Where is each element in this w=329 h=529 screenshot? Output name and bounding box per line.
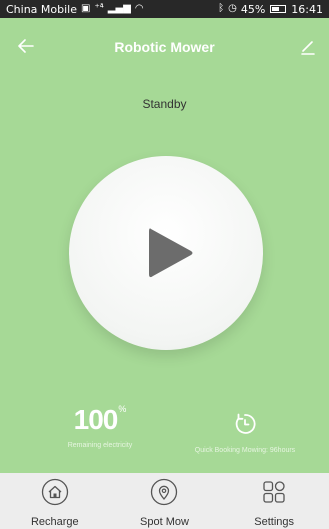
- play-icon: [149, 228, 193, 278]
- booking-label: Quick Booking Mowing: 96hours: [194, 447, 296, 454]
- status-bar-left: China Mobile ▣ ⁺⁴̇ ▂▄▆ ◠: [6, 3, 144, 16]
- alarm-icon: ◷: [228, 3, 237, 14]
- wifi-icon: ◠: [134, 3, 144, 14]
- grid-icon: [260, 478, 288, 506]
- battery-icon: [270, 5, 287, 13]
- nav-label-spot-mow: Spot Mow: [140, 516, 189, 528]
- bluetooth-icon: ᛒ: [218, 3, 225, 14]
- start-mowing-button[interactable]: [69, 156, 263, 350]
- network-signal-text: ⁺⁴̇: [94, 3, 104, 14]
- battery-percent: 45%: [240, 2, 266, 16]
- nav-label-recharge: Recharge: [30, 516, 79, 528]
- app-screen: China Mobile ▣ ⁺⁴̇ ▂▄▆ ◠ ᛒ ◷ 45% 16:41 R…: [0, 0, 329, 529]
- timer-icon: [235, 413, 256, 434]
- back-arrow-icon: [18, 39, 34, 53]
- sim-icon: ▣: [81, 3, 91, 14]
- home-icon: [41, 478, 69, 506]
- edit-pencil-icon: [301, 41, 315, 55]
- nav-item-recharge[interactable]: Recharge: [10, 473, 100, 528]
- booking-stat[interactable]: Quick Booking Mowing: 96hours: [175, 412, 315, 454]
- location-pin-icon: [150, 478, 178, 506]
- nav-item-spot-mow[interactable]: Spot Mow: [119, 473, 209, 528]
- page-title: Robotic Mower: [114, 39, 215, 55]
- signal-bars-icon: ▂▄▆: [107, 3, 131, 14]
- battery-stat: 100% Remaining electricity: [40, 404, 160, 449]
- battery-label: Remaining electricity: [67, 442, 133, 449]
- status-bar: China Mobile ▣ ⁺⁴̇ ▂▄▆ ◠ ᛒ ◷ 45% 16:41: [0, 0, 329, 18]
- back-button[interactable]: [14, 34, 38, 58]
- battery-value: 100: [73, 404, 119, 435]
- carrier-label: China Mobile: [6, 2, 78, 16]
- battery-unit: %: [118, 404, 127, 414]
- bottom-nav: Recharge Spot Mow Settings: [0, 473, 329, 529]
- mower-status: Standby: [142, 97, 187, 111]
- app-header: Robotic Mower: [0, 30, 329, 64]
- edit-button[interactable]: [297, 36, 319, 58]
- nav-label-settings: Settings: [254, 516, 295, 528]
- status-bar-right: ᛒ ◷ 45% 16:41: [218, 3, 323, 16]
- clock: 16:41: [291, 2, 323, 16]
- nav-item-settings[interactable]: Settings: [229, 473, 319, 528]
